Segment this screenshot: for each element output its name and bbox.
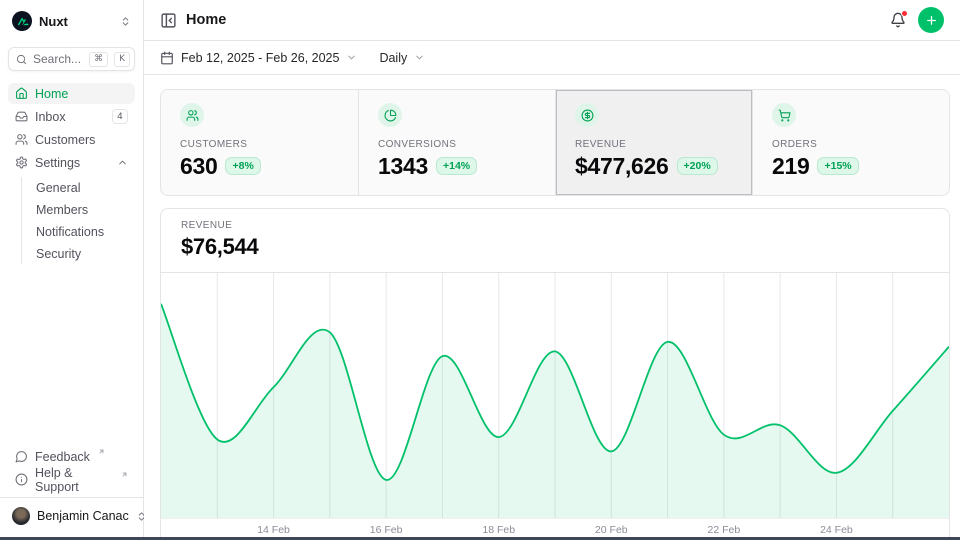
workspace-switcher[interactable]: Nuxt bbox=[8, 10, 135, 32]
sidebar-subitem-members[interactable]: Members bbox=[22, 199, 135, 220]
avatar bbox=[12, 507, 30, 525]
revenue-area-chart bbox=[161, 273, 949, 518]
sidebar-subitem-general[interactable]: General bbox=[22, 177, 135, 198]
x-tick-label: 24 Feb bbox=[820, 524, 853, 536]
stat-value: $477,626 bbox=[575, 154, 669, 178]
gear-icon bbox=[15, 156, 28, 169]
page-header: Home bbox=[144, 0, 960, 41]
chart-header: REVENUE $76,544 bbox=[161, 209, 949, 273]
stat-card-customers[interactable]: CUSTOMERS 630 +8% bbox=[161, 90, 358, 195]
sidebar-footer-links: Feedback Help & Support bbox=[8, 446, 135, 490]
stat-card-conversions[interactable]: CONVERSIONS 1343 +14% bbox=[358, 90, 555, 195]
stat-label: REVENUE bbox=[575, 139, 733, 150]
stat-value: 630 bbox=[180, 154, 217, 178]
sidebar-item-inbox[interactable]: Inbox 4 bbox=[8, 106, 135, 127]
period-label: Daily bbox=[379, 51, 407, 65]
sidebar-item-label: Customers bbox=[35, 133, 95, 147]
sidebar-nav: Home Inbox 4 Customers Settings GeneralM… bbox=[8, 83, 135, 264]
stat-value: 219 bbox=[772, 154, 809, 178]
settings-sub-list: GeneralMembersNotificationsSecurity bbox=[21, 177, 135, 264]
search-input[interactable] bbox=[33, 52, 83, 66]
stat-delta-badge: +14% bbox=[436, 157, 477, 175]
workspace-name: Nuxt bbox=[39, 14, 68, 29]
sidebar-item-customers[interactable]: Customers bbox=[8, 129, 135, 150]
home-icon bbox=[15, 87, 28, 100]
sidebar-item-label: Settings bbox=[35, 156, 80, 170]
notification-dot bbox=[901, 10, 908, 17]
page-title: Home bbox=[186, 12, 226, 28]
chart-x-axis: 14 Feb 16 Feb 18 Feb 20 Feb 22 Feb 24 Feb bbox=[161, 518, 949, 537]
stat-label: ORDERS bbox=[772, 139, 930, 150]
revenue-chart-svg bbox=[161, 273, 949, 518]
external-link-icon bbox=[121, 471, 128, 478]
kbd-cmd: ⌘ bbox=[89, 52, 108, 67]
stat-card-revenue[interactable]: REVENUE $477,626 +20% bbox=[555, 90, 752, 195]
x-tick-label: 20 Feb bbox=[595, 524, 628, 536]
revenue-chart-card: REVENUE $76,544 14 Feb 16 Feb 18 Feb 20 Feb… bbox=[160, 208, 950, 537]
sidebar-item-feedback[interactable]: Feedback bbox=[8, 446, 135, 467]
sidebar-subitem-security[interactable]: Security bbox=[22, 243, 135, 264]
sidebar-item-home[interactable]: Home bbox=[8, 83, 135, 104]
users-icon bbox=[15, 133, 28, 146]
search-icon bbox=[16, 54, 27, 65]
date-range-label: Feb 12, 2025 - Feb 26, 2025 bbox=[181, 51, 339, 65]
stats-row: CUSTOMERS 630 +8% CONVERSIONS 1343 +14% bbox=[160, 89, 950, 196]
external-link-icon bbox=[98, 448, 105, 455]
search-box[interactable]: ⌘ K bbox=[8, 47, 135, 71]
x-tick-label: 18 Feb bbox=[482, 524, 515, 536]
chart-pie-icon bbox=[378, 103, 402, 127]
period-select[interactable]: Daily bbox=[379, 51, 425, 65]
nuxt-logo-icon bbox=[12, 11, 32, 31]
shopping-cart-icon bbox=[772, 103, 796, 127]
chevron-up-icon bbox=[117, 157, 128, 168]
sidebar-item-settings[interactable]: Settings bbox=[8, 152, 135, 173]
sidebar: Nuxt ⌘ K Home Inbox 4 bbox=[0, 0, 144, 537]
users-icon bbox=[180, 103, 204, 127]
x-tick-label: 22 Feb bbox=[707, 524, 740, 536]
sidebar-item-label: Help & Support bbox=[35, 466, 113, 494]
inbox-icon bbox=[15, 110, 28, 123]
chevron-down-icon bbox=[414, 52, 425, 63]
calendar-icon bbox=[160, 51, 174, 65]
notifications-button[interactable] bbox=[890, 12, 906, 28]
sidebar-toggle-button[interactable] bbox=[160, 12, 177, 29]
filters-toolbar: Feb 12, 2025 - Feb 26, 2025 Daily bbox=[144, 41, 960, 75]
sidebar-item-label: Inbox bbox=[35, 110, 66, 124]
sidebar-item-help-support[interactable]: Help & Support bbox=[8, 469, 135, 490]
user-name: Benjamin Canac bbox=[37, 509, 129, 523]
sidebar-item-label: Feedback bbox=[35, 450, 90, 464]
stat-delta-badge: +8% bbox=[225, 157, 260, 175]
stat-label: CUSTOMERS bbox=[180, 139, 339, 150]
stat-card-orders[interactable]: ORDERS 219 +15% bbox=[752, 90, 949, 195]
sidebar-subitem-notifications[interactable]: Notifications bbox=[22, 221, 135, 242]
date-range-picker[interactable]: Feb 12, 2025 - Feb 26, 2025 bbox=[160, 51, 357, 65]
circle-dollar-icon bbox=[575, 103, 599, 127]
stat-delta-badge: +15% bbox=[817, 157, 858, 175]
stat-label: CONVERSIONS bbox=[378, 139, 536, 150]
main-area: Home Feb 12, 2025 - Feb 26, 2025 Daily bbox=[144, 0, 960, 537]
chevron-down-icon bbox=[346, 52, 357, 63]
chevrons-up-down-icon bbox=[120, 16, 131, 27]
add-button[interactable] bbox=[918, 7, 944, 33]
chart-metric-value: $76,544 bbox=[181, 234, 929, 260]
stat-delta-badge: +20% bbox=[677, 157, 718, 175]
x-tick-label: 14 Feb bbox=[257, 524, 290, 536]
chart-metric-label: REVENUE bbox=[181, 220, 929, 231]
info-icon bbox=[15, 473, 28, 486]
kbd-k: K bbox=[114, 52, 130, 67]
x-tick-label: 16 Feb bbox=[370, 524, 403, 536]
inbox-count-badge: 4 bbox=[112, 109, 128, 124]
user-menu[interactable]: Benjamin Canac bbox=[8, 505, 135, 527]
sidebar-item-label: Home bbox=[35, 87, 68, 101]
message-circle-icon bbox=[15, 450, 28, 463]
stat-value: 1343 bbox=[378, 154, 428, 178]
